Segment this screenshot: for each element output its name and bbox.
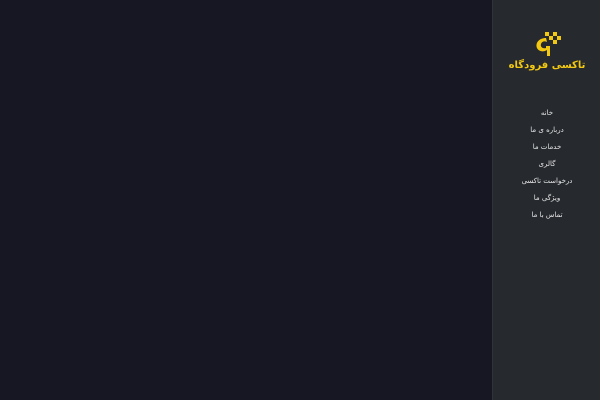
nav-link-contact[interactable]: تماس با ما: [531, 210, 562, 220]
page: تاکسی فرودگاه خانه درباره ی ما خدمات ما …: [0, 0, 600, 400]
site-logo-link[interactable]: تاکسی فرودگاه: [493, 30, 600, 72]
nav-link-services[interactable]: خدمات ما: [533, 142, 562, 152]
nav-link-request-taxi[interactable]: درخواست تاکسی: [522, 176, 573, 186]
nav-link-about[interactable]: درباره ی ما: [530, 125, 563, 135]
logo-text: تاکسی فرودگاه: [508, 60, 586, 71]
sidebar: تاکسی فرودگاه خانه درباره ی ما خدمات ما …: [492, 0, 600, 400]
nav-item-contact: تماس با ما: [493, 206, 600, 223]
main-content-area: [0, 0, 492, 400]
nav-item-about: درباره ی ما: [493, 121, 600, 138]
nav-link-gallery[interactable]: گالری: [539, 159, 556, 169]
nav-item-gallery: گالری: [493, 155, 600, 172]
main-nav: خانه درباره ی ما خدمات ما گالری درخواست …: [493, 104, 600, 223]
nav-item-request-taxi: درخواست تاکسی: [493, 172, 600, 189]
nav-item-home: خانه: [493, 104, 600, 121]
nav-item-services: خدمات ما: [493, 138, 600, 155]
nav-item-features: ویژگی ما: [493, 189, 600, 206]
nav-link-features[interactable]: ویژگی ما: [534, 193, 560, 203]
taxi-pin-logo-icon: [536, 32, 561, 56]
nav-link-home[interactable]: خانه: [541, 108, 553, 118]
